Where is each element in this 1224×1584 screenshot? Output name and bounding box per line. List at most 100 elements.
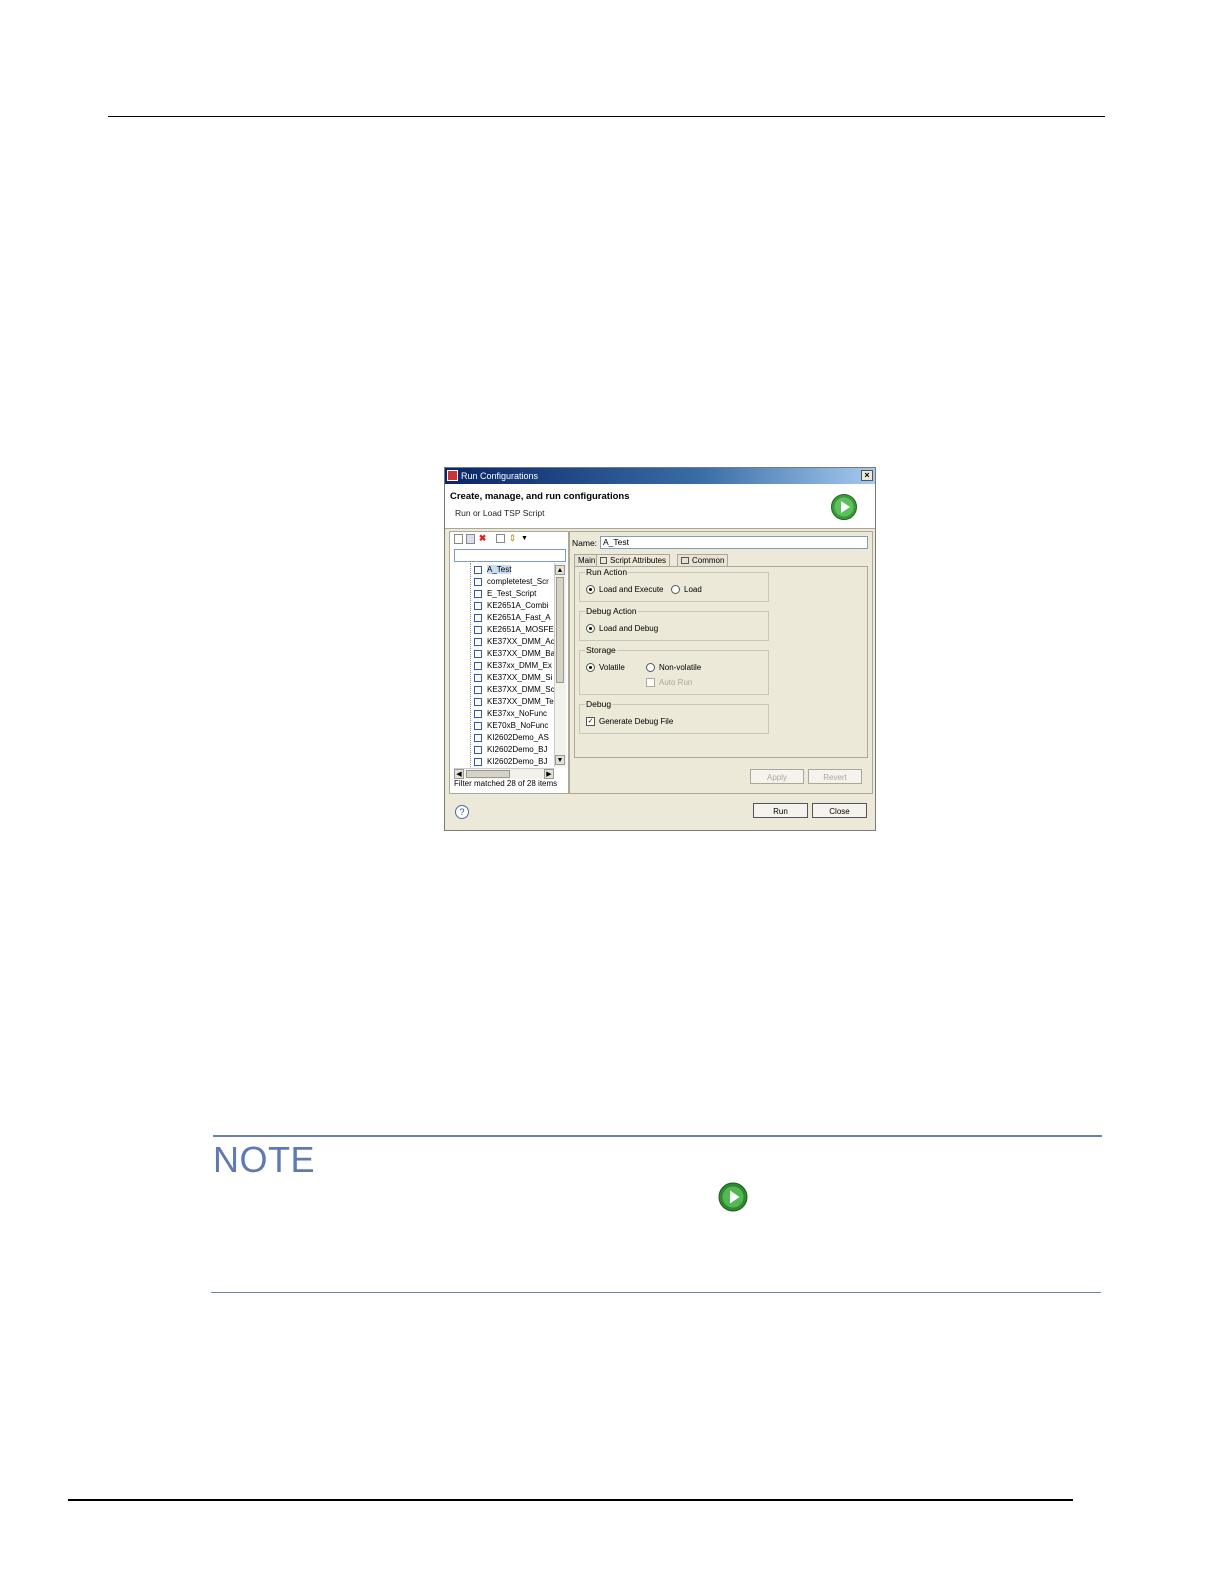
revert-button[interactable]: Revert [808, 769, 862, 784]
new-config-icon[interactable] [454, 534, 463, 544]
debug-action-group: Debug Action Load and Debug [579, 606, 769, 641]
auto-run-checkbox[interactable]: Auto Run [646, 678, 693, 688]
page-footer-rule [68, 1499, 1073, 1501]
dialog-header: Create, manage, and run configurations R… [445, 484, 875, 529]
duplicate-icon[interactable] [466, 534, 475, 544]
generate-debug-file-checkbox[interactable]: ✓ Generate Debug File [586, 717, 674, 727]
config-icon [474, 625, 482, 634]
debug-title: Debug [585, 699, 613, 709]
config-icon [474, 697, 482, 706]
horizontal-scrollbar[interactable]: ◀ ▶ [454, 768, 554, 779]
debug-group: Debug ✓ Generate Debug File [579, 699, 769, 734]
close-button[interactable]: Close [812, 803, 867, 818]
dialog-titlebar: Run Configurations × [445, 468, 875, 484]
storage-group: Storage Volatile Non-volatile Auto Run [579, 645, 769, 695]
header-title: Create, manage, and run configurations [450, 491, 630, 502]
config-icon [474, 685, 482, 694]
radio-selected [586, 624, 595, 634]
debug-action-title: Debug Action [585, 606, 638, 616]
scroll-up-icon[interactable]: ▲ [555, 565, 565, 575]
run-button[interactable]: Run [753, 803, 808, 818]
scroll-thumb-horizontal[interactable] [466, 770, 510, 778]
generate-debug-file-label: Generate Debug File [599, 717, 674, 726]
filter-icon[interactable]: ⇕ [508, 534, 517, 543]
script-attributes-icon [600, 557, 607, 565]
radio-unselected [646, 663, 655, 673]
filter-input[interactable] [454, 549, 566, 562]
list-toolbar: ✖ ⇕ ▼ [450, 532, 568, 546]
config-icon [474, 757, 482, 766]
run-action-group: Run Action Load and Execute Load [579, 567, 769, 602]
volatile-radio[interactable]: Volatile [586, 663, 625, 673]
load-label: Load [684, 585, 702, 594]
note-title: NOTE [213, 1139, 316, 1180]
tree-item[interactable]: KE37xx_NoFunc [474, 709, 554, 721]
radio-selected [586, 585, 595, 595]
close-icon[interactable]: × [861, 470, 873, 481]
collapse-all-icon[interactable] [496, 534, 505, 543]
header-subtitle: Run or Load TSP Script [455, 508, 545, 518]
scroll-right-icon[interactable]: ▶ [544, 769, 554, 779]
tree-item[interactable]: KE2651A_Combi [474, 601, 554, 613]
tree-item[interactable]: A_Test [474, 565, 554, 577]
storage-title: Storage [585, 645, 617, 655]
tree-item[interactable]: KE37XX_DMM_Ac [474, 637, 554, 649]
load-and-debug-label: Load and Debug [599, 624, 659, 633]
config-icon [474, 709, 482, 718]
dialog-title: Run Configurations [461, 471, 539, 481]
tree-item[interactable]: KE2651A_MOSFE [474, 625, 554, 637]
name-label: Name: [572, 538, 598, 548]
load-and-execute-radio[interactable]: Load and Execute [586, 585, 664, 595]
tree-item[interactable]: KE37XX_DMM_Te [474, 697, 554, 709]
non-volatile-radio[interactable]: Non-volatile [646, 663, 702, 673]
tree-item[interactable]: KE37XX_DMM_Sc [474, 685, 554, 697]
tree-item[interactable]: KE37XX_DMM_Si [474, 673, 554, 685]
config-icon [474, 637, 482, 646]
scroll-thumb[interactable] [556, 577, 564, 683]
tree-item[interactable]: KI2602Demo_AS [474, 733, 554, 745]
config-icon [474, 565, 482, 574]
radio-unselected [671, 585, 680, 595]
load-radio[interactable]: Load [671, 585, 702, 595]
run-green-icon [831, 494, 857, 520]
config-icon [474, 589, 482, 598]
delete-icon[interactable]: ✖ [478, 534, 487, 543]
tree-item[interactable]: KI2602Demo_BJ [474, 745, 554, 757]
non-volatile-label: Non-volatile [659, 663, 702, 672]
volatile-label: Volatile [599, 663, 625, 672]
tree-item[interactable]: KE37XX_DMM_Ba [474, 649, 554, 661]
tree-item[interactable]: KE37xx_DMM_Ex [474, 661, 554, 673]
tree-item[interactable]: E_Test_Script [474, 589, 554, 601]
note-top-rule [213, 1135, 1102, 1137]
config-icon [474, 661, 482, 670]
filter-status: Filter matched 28 of 28 items [454, 779, 558, 788]
config-icon [474, 649, 482, 658]
auto-run-label: Auto Run [659, 678, 693, 687]
vertical-scrollbar[interactable]: ▲ ▼ [554, 563, 566, 767]
app-icon [447, 470, 458, 481]
dropdown-icon[interactable]: ▼ [520, 534, 529, 543]
tree-item[interactable]: KI2602Demo_BJ [474, 757, 554, 767]
tree-item[interactable]: KE70xB_NoFunc [474, 721, 554, 733]
help-icon[interactable]: ? [455, 805, 469, 819]
config-icon [474, 613, 482, 622]
name-field[interactable]: A_Test [600, 536, 868, 549]
configuration-editor: Name: A_Test Main Script Attributes Comm… [569, 531, 873, 794]
load-and-debug-radio[interactable]: Load and Debug [586, 624, 659, 634]
note-bottom-rule [211, 1292, 1101, 1293]
tree-connector [470, 563, 471, 767]
scroll-down-icon[interactable]: ▼ [555, 755, 565, 765]
load-and-execute-label: Load and Execute [599, 585, 664, 594]
tree-item[interactable]: KE2651A_Fast_A [474, 613, 554, 625]
checkbox-checked: ✓ [586, 717, 595, 727]
configuration-list-panel: ✖ ⇕ ▼ A_Test completetest_Scr E_Test_Scr… [449, 531, 569, 794]
tree-item[interactable]: completetest_Scr [474, 577, 554, 589]
configuration-tree: A_Test completetest_Scr E_Test_Script KE… [450, 563, 554, 767]
config-icon [474, 745, 482, 754]
radio-selected [586, 663, 595, 673]
run-configurations-dialog: Run Configurations × Create, manage, and… [444, 467, 876, 831]
apply-button[interactable]: Apply [750, 769, 804, 784]
scroll-left-icon[interactable]: ◀ [454, 769, 464, 779]
script-attributes-panel: Run Action Load and Execute Load Debug A… [574, 566, 868, 758]
config-icon [474, 733, 482, 742]
